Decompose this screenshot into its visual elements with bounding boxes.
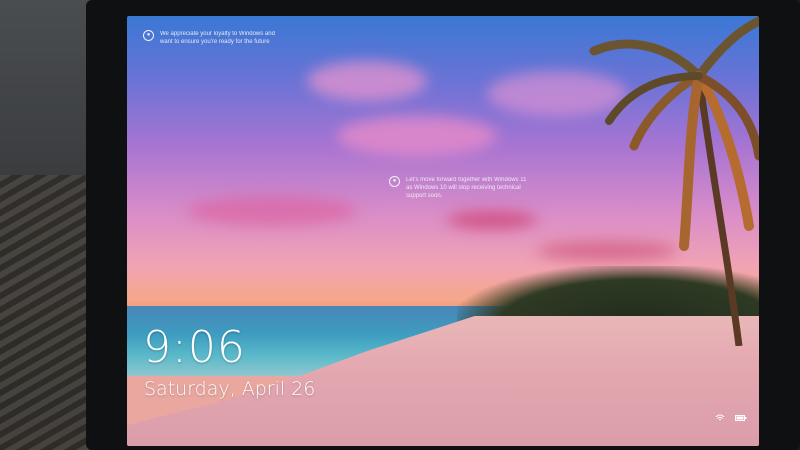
cloud <box>337 116 497 156</box>
status-area <box>715 414 747 424</box>
windows-update-icon: ● <box>143 30 154 41</box>
notification-loyalty[interactable]: ● We appreciate your loyalty to Windows … <box>143 30 284 46</box>
cloud <box>307 61 427 101</box>
network-icon[interactable] <box>715 414 725 424</box>
battery-icon[interactable] <box>735 414 747 424</box>
striped-curtain <box>0 175 92 450</box>
notification-windows11[interactable]: ● Let's move forward together with Windo… <box>389 176 530 200</box>
lock-screen-time: 9:06 <box>143 322 246 373</box>
cloud <box>187 196 357 226</box>
notification-text: We appreciate your loyalty to Windows an… <box>160 31 275 45</box>
lock-screen-date: Saturday, April 26 <box>144 378 316 400</box>
cloud <box>447 211 537 229</box>
windows-update-icon: ● <box>389 176 400 187</box>
lock-screen[interactable]: ● We appreciate your loyalty to Windows … <box>127 16 759 446</box>
notification-text: Let's move forward together with Windows… <box>406 177 527 199</box>
palm-tree <box>589 16 759 346</box>
